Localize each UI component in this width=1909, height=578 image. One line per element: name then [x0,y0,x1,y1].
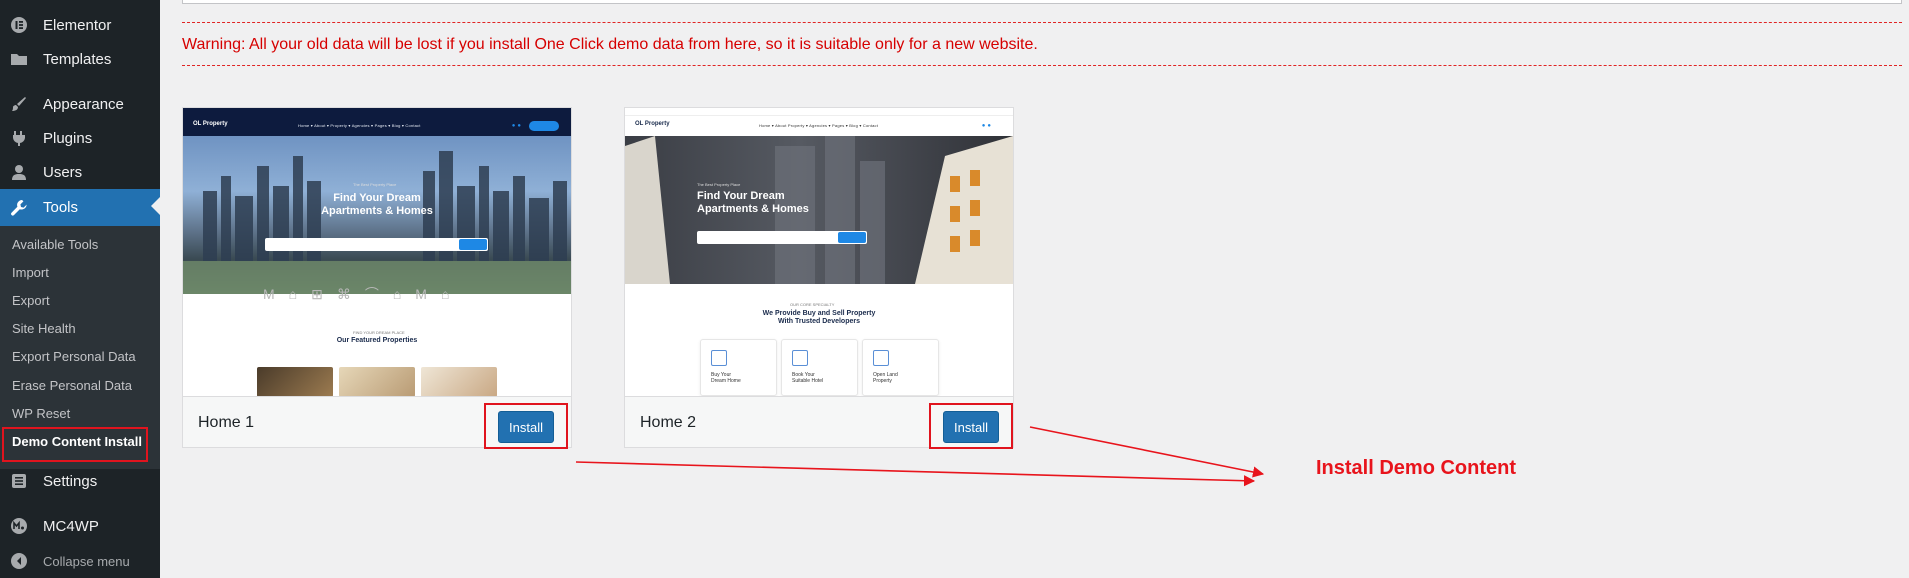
annotation-label: Install Demo Content [1316,457,1517,479]
arrow-from-home-2 [1029,426,1265,478]
arrow-from-home-1 [575,461,1256,487]
wp-admin-screen: Elementor Templates Appearance Plugins U [0,0,1909,578]
annotation-arrows [575,426,1265,487]
